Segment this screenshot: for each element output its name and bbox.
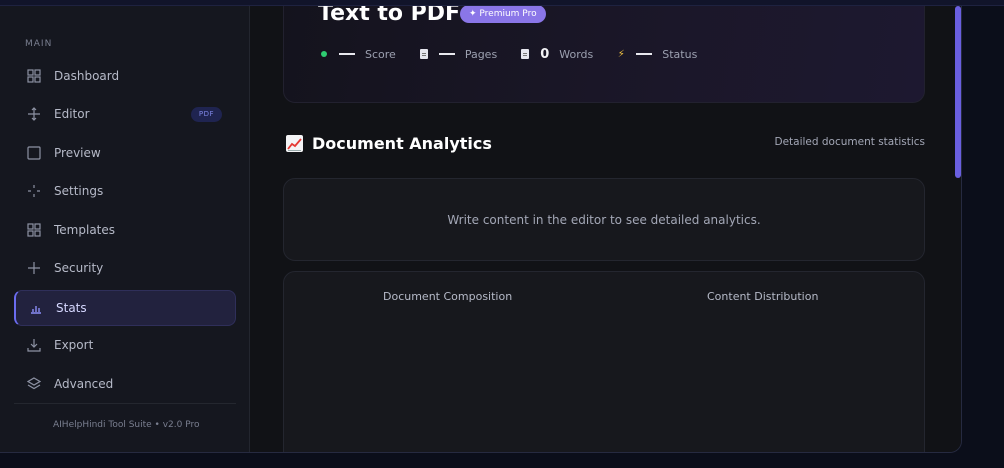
sidebar-item-editor[interactable]: Editor PDF bbox=[14, 96, 236, 132]
sidebar-item-label: Preview bbox=[54, 146, 101, 160]
sidebar-item-label: Stats bbox=[56, 301, 87, 315]
stat-label: Words bbox=[559, 47, 594, 61]
stat-value-placeholder bbox=[636, 53, 653, 55]
stat-value-placeholder bbox=[438, 53, 455, 55]
pdf-badge: PDF bbox=[190, 107, 222, 122]
stat-pages: Pages bbox=[418, 47, 497, 61]
sidebar-item-dashboard[interactable]: Dashboard bbox=[14, 58, 236, 94]
sidebar-item-templates[interactable]: Templates bbox=[14, 212, 236, 248]
document-icon bbox=[418, 47, 430, 61]
stat-status: ⚡ Status bbox=[615, 47, 698, 61]
lightning-icon: ⚡ bbox=[617, 48, 625, 60]
sidebar-divider bbox=[14, 403, 236, 404]
stat-label: Score bbox=[365, 47, 396, 61]
stat-label: Pages bbox=[464, 47, 498, 61]
plus-icon bbox=[27, 261, 41, 275]
bar-chart-icon bbox=[29, 301, 43, 315]
sidebar-section-label: MAIN bbox=[25, 39, 53, 49]
main-content: Text to PDF ✦ Premium Pro Score Pages 0 … bbox=[250, 6, 961, 452]
empty-state-message: Write content in the editor to see detai… bbox=[447, 212, 761, 227]
layers-icon bbox=[27, 377, 41, 391]
chart-title-composition: Document Composition bbox=[383, 290, 513, 303]
analytics-header: Document Analytics bbox=[286, 134, 492, 153]
stats-row: Score Pages 0 Words ⚡ Status bbox=[318, 46, 719, 62]
empty-state-card: Write content in the editor to see detai… bbox=[283, 178, 925, 261]
status-dot-icon bbox=[318, 47, 330, 61]
sparkle-icon bbox=[27, 184, 41, 198]
sidebar-item-security[interactable]: Security bbox=[14, 250, 236, 286]
sidebar-item-advanced[interactable]: Advanced bbox=[14, 366, 236, 402]
square-icon bbox=[27, 146, 41, 160]
stat-score: Score bbox=[318, 47, 396, 61]
hero-card: Text to PDF ✦ Premium Pro Score Pages 0 … bbox=[283, 6, 925, 103]
grid-icon bbox=[27, 69, 41, 83]
stat-value: 0 bbox=[540, 46, 550, 62]
grid-icon bbox=[27, 223, 41, 237]
sidebar-item-label: Advanced bbox=[54, 377, 114, 391]
sidebar: MAIN Dashboard Editor PDF Preview Settin… bbox=[0, 6, 250, 452]
charts-card: Document Composition Content Distributio… bbox=[283, 271, 925, 452]
sidebar-item-label: Editor bbox=[54, 107, 90, 121]
scrollbar-thumb[interactable] bbox=[955, 6, 961, 178]
stat-value-placeholder bbox=[339, 53, 355, 55]
sidebar-item-stats[interactable]: Stats bbox=[14, 290, 236, 326]
stat-label: Status bbox=[662, 47, 698, 61]
sidebar-item-settings[interactable]: Settings bbox=[14, 173, 236, 209]
page-title: Text to PDF bbox=[318, 6, 461, 26]
sidebar-item-label: Export bbox=[54, 338, 94, 352]
move-icon bbox=[27, 107, 41, 121]
sidebar-footer: AIHelpHindi Tool Suite • v2.0 Pro bbox=[53, 420, 200, 430]
stat-words: 0 Words bbox=[519, 47, 593, 62]
chart-title-distribution: Content Distribution bbox=[707, 290, 819, 303]
sidebar-item-preview[interactable]: Preview bbox=[14, 135, 236, 171]
sidebar-item-label: Dashboard bbox=[54, 69, 120, 83]
sidebar-item-label: Settings bbox=[54, 184, 104, 198]
premium-badge: ✦ Premium Pro bbox=[460, 6, 546, 23]
app-window: MAIN Dashboard Editor PDF Preview Settin… bbox=[0, 6, 962, 453]
document-icon bbox=[519, 47, 531, 61]
sidebar-item-label: Templates bbox=[54, 223, 116, 237]
sidebar-item-export[interactable]: Export bbox=[14, 327, 236, 363]
section-subtitle: Detailed document statistics bbox=[774, 136, 925, 148]
section-title: Document Analytics bbox=[312, 134, 492, 153]
sidebar-item-label: Security bbox=[54, 261, 104, 275]
chart-increasing-icon bbox=[286, 135, 303, 152]
download-icon bbox=[27, 338, 41, 352]
